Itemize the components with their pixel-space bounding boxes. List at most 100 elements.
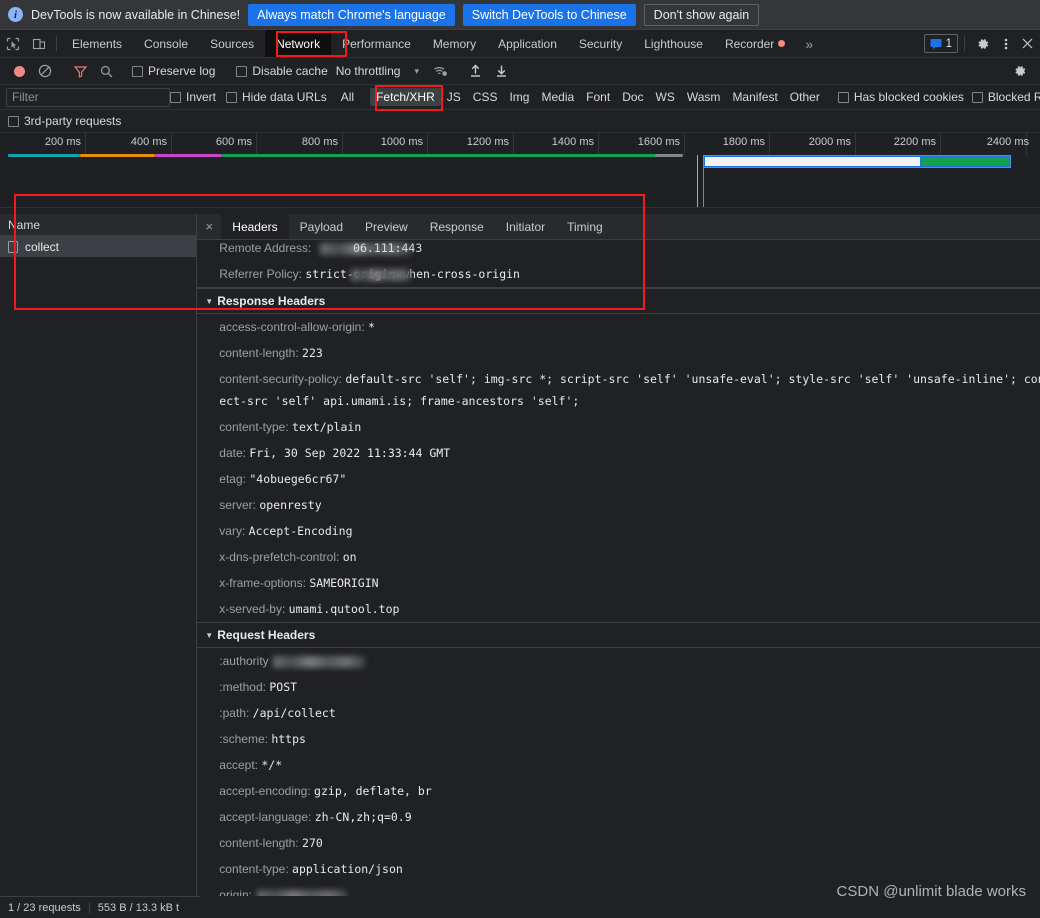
header-key: :authority (219, 654, 269, 668)
header-line: :path: /api/collect (197, 700, 1040, 726)
devtools-tabstrip: Elements Console Sources Network Perform… (0, 30, 1040, 58)
tick-label: 2400 ms (986, 136, 1029, 148)
checkbox-box (236, 65, 248, 77)
tab-label: Lighthouse (644, 36, 703, 51)
tab-recorder[interactable]: Recorder (714, 30, 796, 57)
header-value: umami.qutool.top (288, 602, 400, 616)
toolbar-divider (56, 36, 57, 51)
hide-data-urls-checkbox[interactable]: Hide data URLs (226, 90, 327, 104)
filter-type-font[interactable]: Font (580, 88, 616, 106)
message-count-badge[interactable]: 1 (923, 34, 958, 53)
filter-type-other[interactable]: Other (784, 88, 826, 106)
header-value: /api/collect (252, 706, 336, 720)
switch-to-chinese-button[interactable]: Switch DevTools to Chinese (462, 3, 636, 26)
network-conditions-icon[interactable] (428, 60, 454, 82)
header-key: access-control-allow-origin: (219, 320, 365, 334)
gear-icon[interactable] (969, 30, 997, 57)
clear-network-log-icon[interactable] (32, 60, 58, 82)
request-list-header[interactable]: Name (0, 214, 197, 236)
header-key: accept: (219, 758, 258, 772)
tab-initiator[interactable]: Initiator (495, 214, 556, 239)
network-overview[interactable]: 200 ms 400 ms 600 ms 800 ms 1000 ms 1200… (0, 133, 1040, 208)
blocked-requests-checkbox[interactable]: Blocked Requests (971, 90, 1040, 104)
filter-type-manifest[interactable]: Manifest (726, 88, 783, 106)
dont-show-again-button[interactable]: Don't show again (643, 3, 760, 26)
header-line: x-frame-options: SAMEORIGIN (197, 570, 1040, 596)
network-settings-gear-icon[interactable] (1006, 64, 1034, 78)
more-options-icon[interactable] (997, 30, 1015, 57)
tab-payload[interactable]: Payload (289, 214, 354, 239)
tab-label: Sources (210, 36, 255, 51)
search-icon[interactable] (93, 60, 119, 82)
filter-type-css[interactable]: CSS (467, 88, 504, 106)
filter-type-doc[interactable]: Doc (616, 88, 649, 106)
request-count: 1 / 23 requests (8, 901, 81, 914)
device-toolbar-icon[interactable] (26, 30, 52, 57)
tab-preview[interactable]: Preview (354, 214, 419, 239)
filter-type-all[interactable]: All (335, 88, 360, 106)
filter-type-js[interactable]: JS (441, 88, 467, 106)
tab-timing[interactable]: Timing (556, 214, 614, 239)
tick-label: 1200 ms (466, 136, 509, 148)
header-line-remote-address: Remote Address: 06.111:443 (197, 240, 1040, 261)
hide-data-urls-label: Hide data URLs (242, 90, 327, 104)
tab-application[interactable]: Application (487, 30, 568, 57)
tab-memory[interactable]: Memory (422, 30, 487, 57)
checkbox-box (226, 91, 238, 103)
filter-type-wasm[interactable]: Wasm (681, 88, 727, 106)
close-detail-icon[interactable]: × (197, 214, 221, 239)
toolbar-divider (964, 36, 965, 51)
invert-checkbox[interactable]: Invert (170, 90, 216, 104)
header-line: :scheme: https (197, 726, 1040, 752)
chevron-down-icon[interactable]: ▾ (414, 66, 419, 77)
response-headers-section-title[interactable]: ▼ Response Headers (197, 288, 1040, 314)
selected-request-block[interactable] (703, 155, 1011, 168)
triangle-down-icon: ▼ (205, 296, 214, 306)
request-name: collect (25, 239, 60, 254)
tab-lighthouse[interactable]: Lighthouse (633, 30, 714, 57)
filter-icon[interactable] (67, 60, 93, 82)
header-value: Accept-Encoding (248, 524, 353, 538)
export-har-icon[interactable] (489, 60, 515, 82)
filter-type-media[interactable]: Media (535, 88, 580, 106)
tab-response[interactable]: Response (419, 214, 495, 239)
record-button[interactable] (6, 60, 32, 82)
tick-label: 2000 ms (808, 136, 851, 148)
header-line: accept-language: zh-CN,zh;q=0.9 (197, 804, 1040, 830)
close-icon[interactable] (1015, 30, 1040, 57)
header-key: origin: (219, 888, 252, 896)
tab-performance[interactable]: Performance (331, 30, 422, 57)
always-match-language-button[interactable]: Always match Chrome's language (248, 3, 455, 26)
tab-security[interactable]: Security (568, 30, 633, 57)
third-party-requests-checkbox[interactable]: 3rd-party requests (8, 114, 121, 128)
inspect-element-icon[interactable] (0, 30, 26, 57)
redacted-value (272, 655, 365, 668)
tab-network[interactable]: Network (265, 30, 332, 57)
checkbox-box (8, 115, 19, 127)
invert-label: Invert (186, 90, 217, 104)
tab-overflow-icon[interactable]: » (796, 30, 822, 57)
preserve-log-checkbox[interactable]: Preserve log (132, 64, 215, 78)
tab-headers[interactable]: Headers (221, 214, 289, 239)
filter-type-fetch-xhr[interactable]: Fetch/XHR (370, 88, 441, 106)
tab-sources[interactable]: Sources (199, 30, 265, 57)
has-blocked-cookies-checkbox[interactable]: Has blocked cookies (837, 90, 964, 104)
disable-cache-checkbox[interactable]: Disable cache (236, 64, 328, 78)
header-key: :method: (219, 680, 266, 694)
tab-console[interactable]: Console (133, 30, 199, 57)
throttling-select[interactable]: No throttling (336, 64, 401, 78)
header-value: text/plain (292, 420, 362, 434)
request-headers-section-title[interactable]: ▼ Request Headers (197, 622, 1040, 648)
headers-body[interactable]: Remote Address: 06.111:443 Referrer Poli… (197, 240, 1040, 896)
filter-input[interactable] (6, 87, 170, 107)
tick-label: 600 ms (215, 136, 252, 148)
tab-elements[interactable]: Elements (61, 30, 133, 57)
import-har-icon[interactable] (463, 60, 489, 82)
filter-type-img[interactable]: Img (503, 88, 535, 106)
header-value: zh-CN,zh;q=0.9 (314, 810, 412, 824)
header-key: server: (219, 498, 256, 512)
filter-type-ws[interactable]: WS (650, 88, 681, 106)
request-row-collect[interactable]: collect (0, 236, 197, 257)
devtools-window: i DevTools is now available in Chinese! … (0, 0, 1040, 918)
tab-label: Recorder (724, 36, 775, 51)
